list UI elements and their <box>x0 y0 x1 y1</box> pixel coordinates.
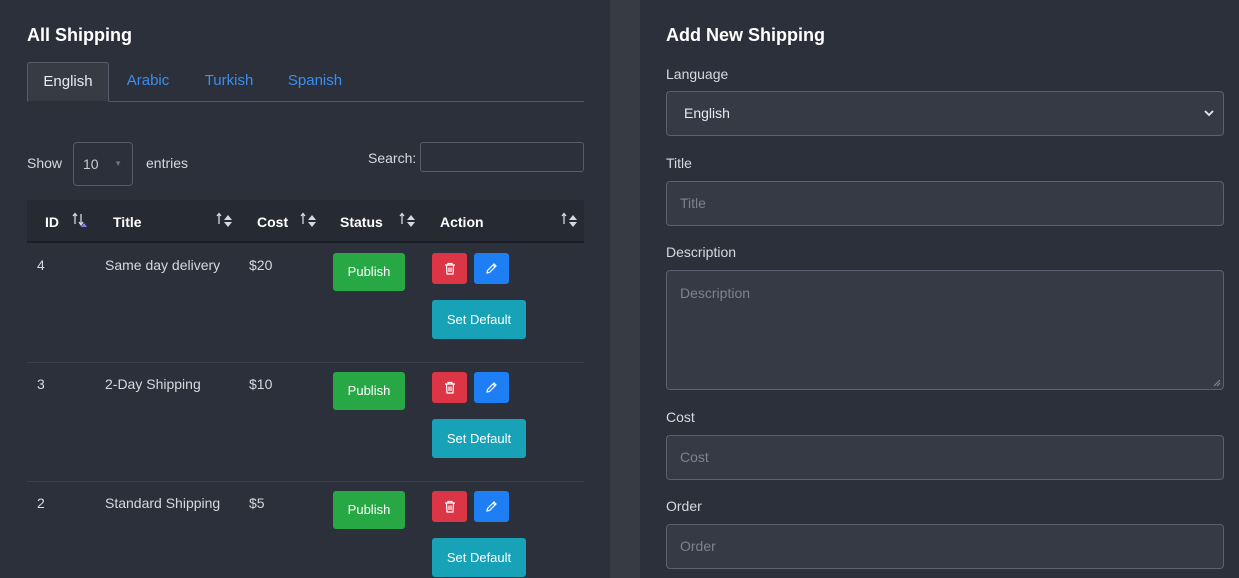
entries-value: 10 <box>83 156 99 172</box>
panel-title: All Shipping <box>27 25 132 45</box>
title-label: Title <box>666 155 692 171</box>
form-title: Add New Shipping <box>666 25 825 45</box>
tab-turkish[interactable]: Turkish <box>197 62 261 102</box>
delete-button[interactable] <box>432 372 467 403</box>
language-select[interactable]: English <box>666 91 1224 136</box>
table-row: 2 Standard Shipping $5 Publish Set Defau… <box>27 482 584 578</box>
table-header: ID Title Cost Status Action <box>27 200 584 243</box>
resize-handle-icon[interactable] <box>1213 379 1221 387</box>
language-tabs: English Arabic Turkish Spanish <box>27 62 584 102</box>
column-header-cost[interactable]: Cost <box>257 214 288 230</box>
order-label: Order <box>666 498 702 514</box>
chevron-down-icon <box>1204 110 1214 117</box>
edit-button[interactable] <box>474 253 509 284</box>
cost-label: Cost <box>666 409 695 425</box>
set-default-button[interactable]: Set Default <box>432 419 526 458</box>
language-value: English <box>684 105 730 121</box>
language-label: Language <box>666 66 729 82</box>
title-input[interactable]: Title <box>666 181 1224 226</box>
tab-arabic[interactable]: Arabic <box>115 62 181 102</box>
entries-select[interactable]: 10 ▼ <box>73 142 133 186</box>
all-shipping-panel: All Shipping English Arabic Turkish Span… <box>0 0 610 578</box>
sort-desc-icon[interactable] <box>72 212 90 230</box>
pencil-icon <box>486 263 497 274</box>
tab-english[interactable]: English <box>27 62 109 102</box>
sort-arrows-icon[interactable] <box>561 212 579 230</box>
tab-spanish[interactable]: Spanish <box>279 62 351 102</box>
publish-button[interactable]: Publish <box>333 253 405 291</box>
cost-input[interactable]: Cost <box>666 435 1224 480</box>
delete-button[interactable] <box>432 253 467 284</box>
edit-button[interactable] <box>474 372 509 403</box>
delete-button[interactable] <box>432 491 467 522</box>
description-textarea[interactable]: Description <box>666 270 1224 390</box>
set-default-button[interactable]: Set Default <box>432 538 526 577</box>
add-shipping-panel: Add New Shipping Language English Title … <box>640 0 1239 578</box>
set-default-button[interactable]: Set Default <box>432 300 526 339</box>
column-header-action[interactable]: Action <box>440 214 484 230</box>
sort-arrows-icon[interactable] <box>216 212 234 230</box>
search-label: Search: <box>368 150 417 166</box>
row-id: 2 <box>37 495 45 511</box>
column-header-status[interactable]: Status <box>340 214 383 230</box>
pencil-icon <box>486 382 497 393</box>
column-header-id[interactable]: ID <box>45 214 59 230</box>
row-cost: $5 <box>249 495 265 511</box>
row-id: 3 <box>37 376 45 392</box>
column-header-title[interactable]: Title <box>113 214 142 230</box>
row-id: 4 <box>37 257 45 273</box>
search-input[interactable] <box>420 142 584 172</box>
sort-arrows-icon[interactable] <box>300 212 318 230</box>
publish-button[interactable]: Publish <box>333 491 405 529</box>
entries-label: entries <box>146 155 189 171</box>
order-input[interactable]: Order <box>666 524 1224 569</box>
chevron-down-icon: ▼ <box>114 159 122 168</box>
row-title: Standard Shipping <box>105 495 221 511</box>
trash-icon <box>444 262 455 275</box>
row-cost: $10 <box>249 376 273 392</box>
publish-button[interactable]: Publish <box>333 372 405 410</box>
sort-arrows-icon[interactable] <box>399 212 417 230</box>
row-title: 2-Day Shipping <box>105 376 201 392</box>
row-cost: $20 <box>249 257 273 273</box>
table-row: 4 Same day delivery $20 Publish Set Defa… <box>27 244 584 363</box>
table-row: 3 2-Day Shipping $10 Publish Set Default <box>27 363 584 482</box>
edit-button[interactable] <box>474 491 509 522</box>
description-label: Description <box>666 244 737 260</box>
show-label: Show <box>27 155 63 171</box>
trash-icon <box>444 381 455 394</box>
trash-icon <box>444 500 455 513</box>
description-placeholder: Description <box>680 285 751 301</box>
pencil-icon <box>486 501 497 512</box>
row-title: Same day delivery <box>105 257 221 273</box>
